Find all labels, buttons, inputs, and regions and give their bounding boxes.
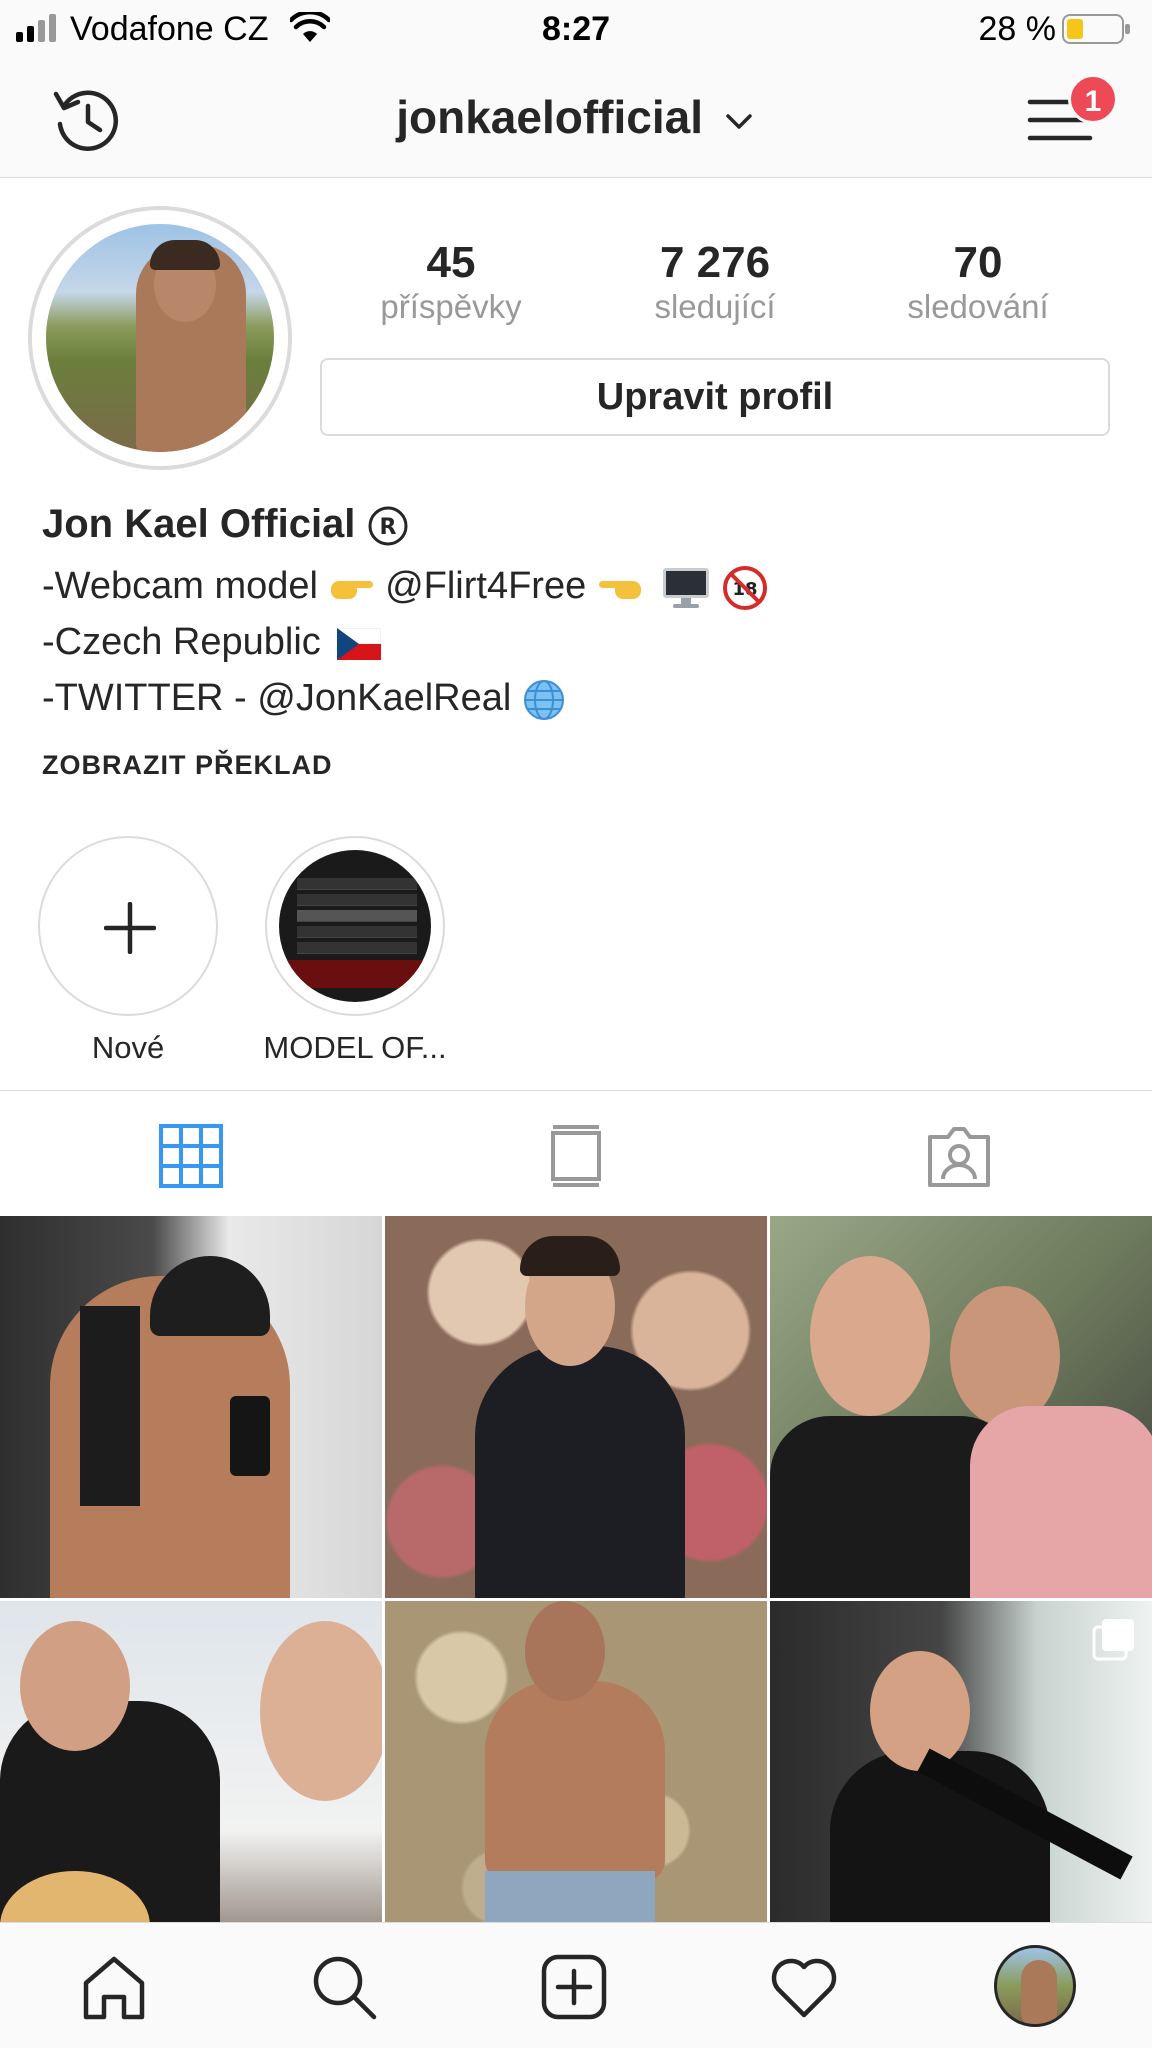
see-translation-link[interactable]: ZOBRAZIT PŘEKLAD [42, 750, 332, 781]
following-count[interactable]: 70 sledování [858, 238, 1098, 326]
account-switcher[interactable]: jonkaelofficial [0, 90, 1152, 144]
activity-heart-icon[interactable] [768, 1951, 840, 2023]
username-label: jonkaelofficial [396, 91, 703, 143]
bio-line-1: -Webcam model @Flirt4Free 18 [42, 558, 1122, 614]
search-icon[interactable] [308, 1951, 380, 2023]
bottom-navigation [0, 1922, 1152, 2048]
grid-icon[interactable] [158, 1123, 224, 1189]
pointing-right-icon [330, 580, 373, 599]
highlight-cover-image [279, 850, 431, 1002]
post-thumbnail[interactable] [770, 1216, 1152, 1598]
profile-tab-avatar[interactable] [994, 1945, 1076, 2027]
multiple-photos-icon [1092, 1619, 1134, 1661]
home-icon[interactable] [78, 1951, 150, 2023]
profile-tabs [0, 1090, 1152, 1216]
profile-header-bar: jonkaelofficial 1 [0, 60, 1152, 178]
highlight-ring [38, 836, 218, 1016]
profile-avatar[interactable] [28, 206, 292, 470]
bio-line-2: -Czech Republic [42, 614, 1122, 670]
bio-line-3: -TWITTER - @JonKaelReal [42, 670, 1122, 726]
post-thumbnail[interactable] [0, 1216, 382, 1598]
pointing-left-icon [598, 580, 641, 599]
full-name: Jon Kael Official R [42, 502, 1122, 558]
feed-icon[interactable] [543, 1123, 609, 1189]
svg-text:R: R [379, 515, 396, 540]
stat-value: 45 [426, 238, 476, 287]
instagram-profile-screen: Vodafone CZ 8:27 28 % jonkaelofficial 1 … [0, 0, 1152, 2048]
globe-icon [523, 679, 564, 720]
stat-value: 70 [953, 238, 1003, 287]
czech-flag-icon [337, 627, 382, 660]
bio-text: -Webcam model [42, 565, 318, 607]
bio-text: -TWITTER - @JonKaelReal [42, 677, 512, 719]
followers-count[interactable]: 7 276 sledující [595, 238, 835, 326]
highlight-new[interactable]: Nové [28, 836, 228, 1066]
stat-label: sledování [907, 288, 1049, 325]
tagged-icon[interactable] [926, 1123, 992, 1189]
bio-text: -Czech Republic [42, 621, 321, 663]
desktop-computer-icon [663, 567, 710, 608]
posts-grid [0, 1216, 1152, 1983]
full-name-text: Jon Kael Official [42, 502, 356, 546]
posts-count[interactable]: 45 příspěvky [331, 238, 571, 326]
battery-icon [1062, 14, 1130, 44]
highlight-model-of[interactable]: MODEL OF... [255, 836, 455, 1066]
stat-label: příspěvky [380, 288, 522, 325]
new-post-icon[interactable] [538, 1951, 610, 2023]
notification-badge: 1 [1068, 74, 1118, 124]
edit-profile-button[interactable]: Upravit profil [320, 358, 1110, 436]
profile-bio: Jon Kael Official R -Webcam model @Flirt… [42, 502, 1122, 726]
highlight-ring [265, 836, 445, 1016]
stat-value: 7 276 [659, 238, 771, 287]
highlight-label: MODEL OF... [263, 1030, 447, 1065]
plus-icon [104, 902, 156, 954]
status-bar: Vodafone CZ 8:27 28 % [0, 0, 1152, 60]
battery-percentage: 28 % [978, 10, 1057, 48]
no-under-18-icon: 18 [722, 565, 767, 610]
avatar-photo [46, 224, 274, 452]
highlight-label: Nové [91, 1030, 165, 1065]
flirt4free-mention[interactable]: @Flirt4Free [385, 565, 586, 607]
post-thumbnail[interactable] [385, 1216, 767, 1598]
registered-icon: R [368, 506, 408, 546]
chevron-down-icon [726, 114, 752, 129]
stat-label: sledující [654, 288, 776, 325]
